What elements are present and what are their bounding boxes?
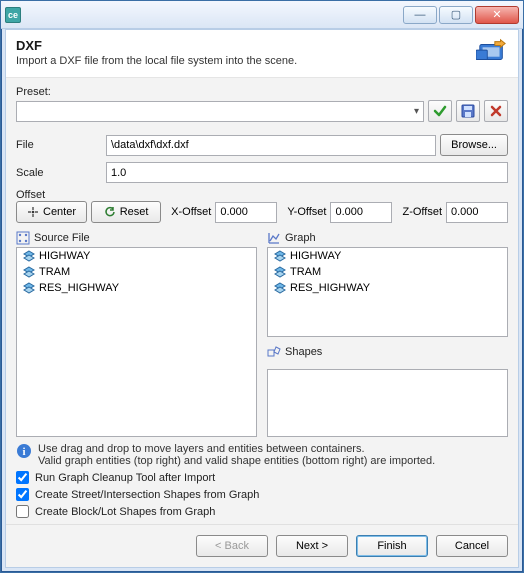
svg-text:i: i bbox=[22, 446, 25, 458]
list-item[interactable]: TRAM bbox=[268, 264, 507, 280]
streets-checkbox[interactable] bbox=[16, 488, 29, 501]
scale-label: Scale bbox=[16, 167, 106, 179]
file-input[interactable] bbox=[106, 135, 436, 156]
close-button[interactable]: ✕ bbox=[475, 6, 519, 24]
list-item-label: RES_HIGHWAY bbox=[39, 282, 119, 294]
blocks-checkbox[interactable] bbox=[16, 505, 29, 518]
list-item[interactable]: TRAM bbox=[17, 264, 256, 280]
layer-icon bbox=[23, 250, 35, 262]
layer-icon bbox=[274, 282, 286, 294]
center-button[interactable]: Center bbox=[16, 201, 87, 223]
reset-button[interactable]: Reset bbox=[91, 201, 161, 223]
cleanup-checkbox-row[interactable]: Run Graph Cleanup Tool after Import bbox=[16, 471, 508, 484]
shapes-list[interactable] bbox=[267, 369, 508, 437]
footer: < Back Next > Finish Cancel bbox=[6, 524, 518, 567]
scale-input[interactable] bbox=[106, 162, 508, 183]
file-label: File bbox=[16, 139, 106, 151]
list-item-label: RES_HIGHWAY bbox=[290, 282, 370, 294]
graph-icon bbox=[267, 231, 281, 245]
offset-label: Offset bbox=[16, 189, 508, 201]
header: DXF Import a DXF file from the local fil… bbox=[6, 30, 518, 78]
list-item-label: HIGHWAY bbox=[290, 250, 341, 262]
cleanup-checkbox[interactable] bbox=[16, 471, 29, 484]
titlebar[interactable]: ce — ▢ ✕ bbox=[1, 1, 523, 29]
shapes-title: Shapes bbox=[285, 346, 322, 358]
client-area: DXF Import a DXF file from the local fil… bbox=[5, 29, 519, 568]
delete-preset-button[interactable] bbox=[484, 100, 508, 122]
page-title: DXF bbox=[16, 38, 468, 53]
source-file-icon bbox=[16, 231, 30, 245]
list-item-label: HIGHWAY bbox=[39, 250, 90, 262]
x-offset-label: X-Offset bbox=[171, 206, 211, 218]
y-offset-input[interactable] bbox=[330, 202, 392, 223]
list-item-label: TRAM bbox=[39, 266, 70, 278]
list-item-label: TRAM bbox=[290, 266, 321, 278]
save-preset-button[interactable] bbox=[456, 100, 480, 122]
streets-label: Create Street/Intersection Shapes from G… bbox=[35, 489, 259, 501]
streets-checkbox-row[interactable]: Create Street/Intersection Shapes from G… bbox=[16, 488, 508, 501]
cleanup-label: Run Graph Cleanup Tool after Import bbox=[35, 472, 215, 484]
page-description: Import a DXF file from the local file sy… bbox=[16, 55, 468, 67]
list-item[interactable]: RES_HIGHWAY bbox=[268, 280, 507, 296]
blocks-checkbox-row[interactable]: Create Block/Lot Shapes from Graph bbox=[16, 505, 508, 518]
layer-icon bbox=[23, 282, 35, 294]
z-offset-input[interactable] bbox=[446, 202, 508, 223]
minimize-button[interactable]: — bbox=[403, 6, 437, 24]
graph-list[interactable]: HIGHWAY TRAM RES_HIGHWAY bbox=[267, 247, 508, 337]
preset-combo[interactable]: ▾ bbox=[16, 101, 424, 122]
z-offset-label: Z-Offset bbox=[402, 206, 442, 218]
layer-icon bbox=[274, 266, 286, 278]
list-item[interactable]: HIGHWAY bbox=[268, 248, 507, 264]
info-text: Use drag and drop to move layers and ent… bbox=[38, 443, 435, 467]
list-item[interactable]: HIGHWAY bbox=[17, 248, 256, 264]
list-item[interactable]: RES_HIGHWAY bbox=[17, 280, 256, 296]
center-icon bbox=[27, 206, 39, 218]
source-file-title: Source File bbox=[34, 232, 90, 244]
graph-title: Graph bbox=[285, 232, 316, 244]
y-offset-label: Y-Offset bbox=[287, 206, 326, 218]
next-button[interactable]: Next > bbox=[276, 535, 348, 557]
apply-preset-button[interactable] bbox=[428, 100, 452, 122]
browse-button[interactable]: Browse... bbox=[440, 134, 508, 156]
cancel-button[interactable]: Cancel bbox=[436, 535, 508, 557]
x-offset-input[interactable] bbox=[215, 202, 277, 223]
layer-icon bbox=[23, 266, 35, 278]
app-icon: ce bbox=[5, 7, 21, 23]
maximize-button[interactable]: ▢ bbox=[439, 6, 473, 24]
back-button: < Back bbox=[196, 535, 268, 557]
import-icon bbox=[476, 38, 508, 66]
layer-icon bbox=[274, 250, 286, 262]
blocks-label: Create Block/Lot Shapes from Graph bbox=[35, 506, 215, 518]
preset-label: Preset: bbox=[16, 86, 508, 98]
info-icon: i bbox=[16, 443, 32, 459]
source-file-list[interactable]: HIGHWAY TRAM RES_HIGHWAY bbox=[16, 247, 257, 437]
dialog-window: ce — ▢ ✕ DXF Import a DXF file from the … bbox=[0, 0, 524, 573]
chevron-down-icon: ▾ bbox=[414, 106, 419, 117]
shapes-icon bbox=[267, 345, 281, 359]
reset-icon bbox=[104, 206, 116, 218]
finish-button[interactable]: Finish bbox=[356, 535, 428, 557]
